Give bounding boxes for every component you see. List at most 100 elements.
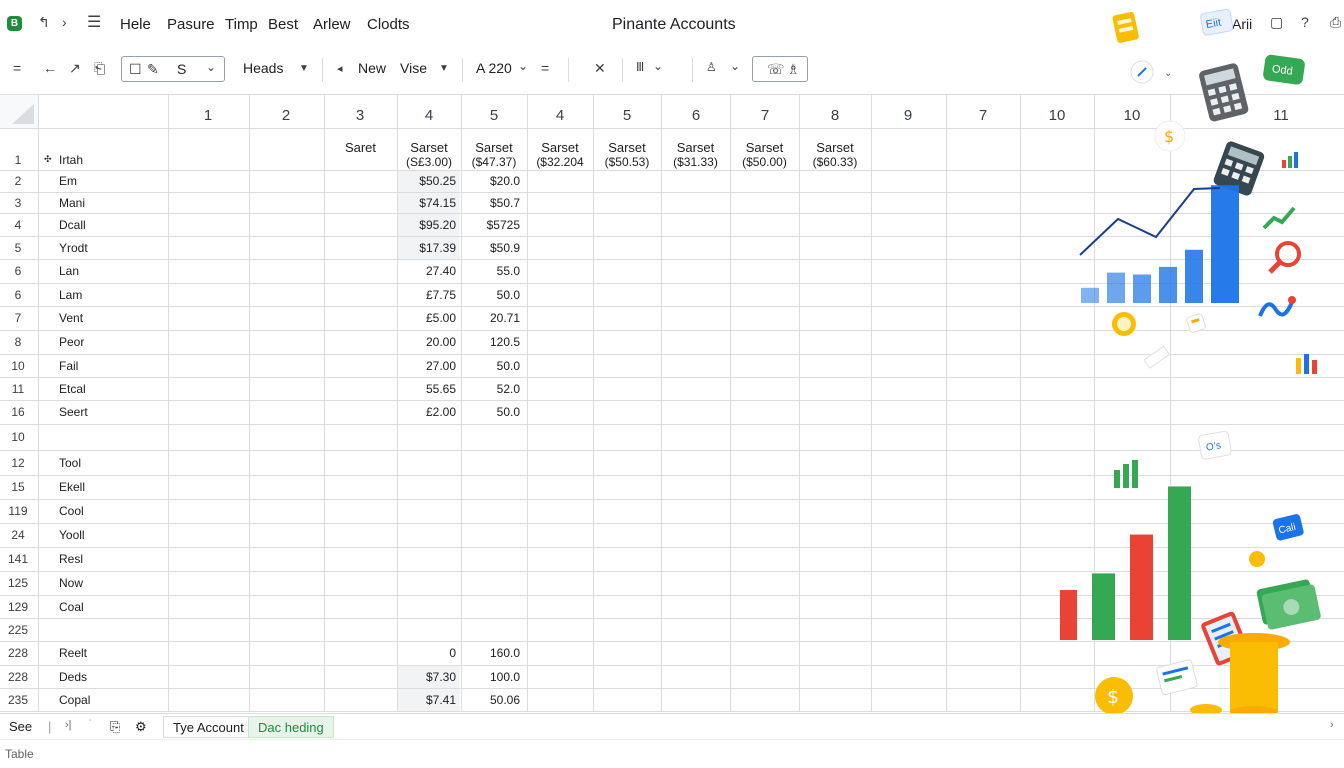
row-header[interactable]: 12: [0, 456, 36, 470]
row-header[interactable]: 24: [0, 528, 36, 542]
row-header[interactable]: 11: [0, 382, 36, 396]
value-cell[interactable]: 55.65: [398, 382, 456, 396]
row-header[interactable]: 228: [0, 646, 36, 660]
row-header[interactable]: 10: [0, 359, 36, 373]
column-header[interactable]: 2: [266, 107, 306, 124]
row-header[interactable]: 225: [0, 623, 36, 637]
row-label-cell[interactable]: Yooll: [59, 528, 85, 542]
row-header[interactable]: 2: [0, 174, 36, 188]
sheet-tab-dac-heding[interactable]: Dac heding: [248, 716, 334, 738]
row-header[interactable]: 10: [0, 430, 36, 444]
next-sheet-icon[interactable]: ›|: [65, 719, 72, 731]
row-header[interactable]: 15: [0, 480, 36, 494]
value-cell[interactable]: 50.06: [462, 693, 520, 707]
see-button[interactable]: See: [9, 719, 32, 734]
row-label-cell[interactable]: Dcall: [59, 218, 86, 232]
row-header[interactable]: 125: [0, 576, 36, 590]
series-header-cell[interactable]: Sarset ($31.33): [661, 141, 730, 170]
series-header-cell[interactable]: Sarset ($50.53): [593, 141, 661, 170]
row-label-cell[interactable]: Tool: [59, 456, 81, 470]
value-cell[interactable]: $50.25: [398, 174, 456, 188]
row-label-cell[interactable]: Reelt: [59, 646, 87, 660]
row-label-cell[interactable]: Em: [59, 174, 77, 188]
value-cell[interactable]: £2.00: [398, 405, 456, 419]
column-header[interactable]: 5: [474, 107, 514, 124]
row-label-cell[interactable]: Cool: [59, 504, 84, 518]
row-label-cell[interactable]: Seert: [59, 405, 88, 419]
row-header[interactable]: 129: [0, 600, 36, 614]
series-header-cell[interactable]: Sarset ($60.33): [799, 141, 871, 170]
value-cell[interactable]: $7.30: [398, 670, 456, 684]
row-label-cell[interactable]: Mani: [59, 196, 85, 210]
row-header[interactable]: 119: [0, 504, 36, 518]
row-label-cell[interactable]: Copal: [59, 693, 90, 707]
row-label-cell[interactable]: Deds: [59, 670, 87, 684]
row-label-cell[interactable]: Vent: [59, 311, 83, 325]
value-cell[interactable]: 55.0: [462, 264, 520, 278]
column-header[interactable]: 4: [409, 107, 449, 124]
series-header-cell[interactable]: Sarset (S£3.00): [397, 141, 461, 170]
series-header-cell[interactable]: Sarset ($32.204: [527, 141, 593, 170]
column-header[interactable]: 9: [888, 107, 928, 124]
settings-icon[interactable]: ⚙: [135, 719, 147, 735]
row-header[interactable]: 1: [0, 153, 36, 167]
value-cell[interactable]: 52.0: [462, 382, 520, 396]
column-header[interactable]: 7: [963, 107, 1003, 124]
value-cell[interactable]: 120.5: [462, 335, 520, 349]
value-cell[interactable]: 100.0: [462, 670, 520, 684]
row-header[interactable]: 8: [0, 335, 36, 349]
drag-handle-icon[interactable]: ✣: [44, 154, 52, 165]
column-header[interactable]: 8: [815, 107, 855, 124]
row-header[interactable]: 141: [0, 552, 36, 566]
row-header[interactable]: 6: [0, 288, 36, 302]
row-header[interactable]: 7: [0, 311, 36, 325]
row-label-cell[interactable]: Now: [59, 576, 83, 590]
sheet-tab-tye-account[interactable]: Tye Account: [163, 716, 254, 738]
value-cell[interactable]: $74.15: [398, 196, 456, 210]
value-cell[interactable]: 50.0: [462, 288, 520, 302]
value-cell[interactable]: $17.39: [398, 241, 456, 255]
value-cell[interactable]: £7.75: [398, 288, 456, 302]
column-header[interactable]: 4: [540, 107, 580, 124]
row-label-cell[interactable]: Coal: [59, 600, 84, 614]
value-cell[interactable]: 27.40: [398, 264, 456, 278]
column-header[interactable]: 5: [607, 107, 647, 124]
value-cell[interactable]: $7.41: [398, 693, 456, 707]
value-cell[interactable]: 50.0: [462, 405, 520, 419]
row-header[interactable]: 16: [0, 405, 36, 419]
row-label-cell[interactable]: Resl: [59, 552, 83, 566]
value-cell[interactable]: 27.00: [398, 359, 456, 373]
row-header[interactable]: 5: [0, 241, 36, 255]
column-header[interactable]: 3: [340, 107, 380, 124]
value-cell[interactable]: $95.20: [398, 218, 456, 232]
series-header-cell[interactable]: Saret: [324, 141, 397, 155]
value-cell[interactable]: $20.0: [462, 174, 520, 188]
row-header[interactable]: 6: [0, 264, 36, 278]
value-cell[interactable]: 0: [398, 646, 456, 660]
value-cell[interactable]: £5.00: [398, 311, 456, 325]
row-label-cell[interactable]: Peor: [59, 335, 84, 349]
row-header[interactable]: 4: [0, 218, 36, 232]
column-header[interactable]: 7: [745, 107, 785, 124]
clipboard-icon[interactable]: ⎘: [110, 719, 120, 735]
row-label-cell[interactable]: Fail: [59, 359, 78, 373]
row-header[interactable]: 228: [0, 670, 36, 684]
row-label-cell[interactable]: Lam: [59, 288, 82, 302]
column-header[interactable]: 6: [676, 107, 716, 124]
row-header[interactable]: 3: [0, 196, 36, 210]
row-label-cell[interactable]: Ekell: [59, 480, 85, 494]
scroll-right-icon[interactable]: ›: [1330, 719, 1334, 731]
value-cell[interactable]: $50.9: [462, 241, 520, 255]
value-cell[interactable]: 50.0: [462, 359, 520, 373]
value-cell[interactable]: 20.00: [398, 335, 456, 349]
value-cell[interactable]: $5725: [462, 218, 520, 232]
row-header[interactable]: 235: [0, 693, 36, 707]
value-cell[interactable]: $50.7: [462, 196, 520, 210]
value-cell[interactable]: 160.0: [462, 646, 520, 660]
row-label-cell[interactable]: Lan: [59, 264, 79, 278]
series-header-cell[interactable]: Sarset ($47.37): [461, 141, 527, 170]
value-cell[interactable]: 20.71: [462, 311, 520, 325]
row-label-cell[interactable]: Yrodt: [59, 241, 88, 255]
row-label-cell[interactable]: Etcal: [59, 382, 86, 396]
series-header-cell[interactable]: Sarset ($50.00): [730, 141, 799, 170]
